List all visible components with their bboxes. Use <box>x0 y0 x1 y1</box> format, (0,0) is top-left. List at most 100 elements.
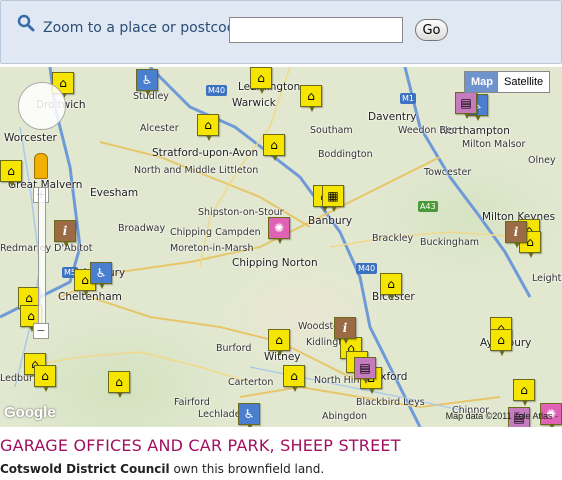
house-marker[interactable]: ⌂ <box>250 67 272 94</box>
pegman-icon[interactable] <box>34 153 48 179</box>
place-label: Cheltenham <box>58 291 122 303</box>
wheelchair-icon: ♿ <box>141 73 153 87</box>
info-icon: i <box>342 321 348 335</box>
info-marker[interactable]: i <box>505 221 527 248</box>
google-logo: Google <box>4 404 56 421</box>
place-label: North and Middle Littleton <box>134 165 259 176</box>
house-icon: ⌂ <box>27 309 35 323</box>
multi-marker[interactable]: ▤ <box>354 357 376 384</box>
wheelchair-marker[interactable]: ♿ <box>136 69 158 96</box>
atom-icon: ✺ <box>273 221 285 235</box>
place-label: Weedon Bec <box>398 125 457 136</box>
site-title: GARAGE OFFICES AND CAR PARK, SHEEP STREE… <box>0 436 401 455</box>
house-icon: ⌂ <box>7 164 15 178</box>
place-label: Milton Malsor <box>462 139 526 150</box>
house-icon: ⌂ <box>257 71 265 85</box>
go-button[interactable]: Go <box>415 19 448 41</box>
house-icon: ⌂ <box>115 375 123 389</box>
wheelchair-marker[interactable]: ♿ <box>90 262 112 289</box>
search-input[interactable] <box>229 17 403 43</box>
place-label: Boddington <box>318 149 373 160</box>
map-type-map-button[interactable]: Map <box>464 71 500 93</box>
house-marker[interactable]: ⌂ <box>108 371 130 398</box>
house-marker[interactable]: ⌂ <box>263 134 285 161</box>
stack-icon: ▤ <box>359 361 371 375</box>
info-icon: i <box>62 224 68 238</box>
house-marker[interactable]: ⌂ <box>0 160 22 187</box>
house-icon: ⌂ <box>204 118 212 132</box>
house-icon: ⌂ <box>307 89 315 103</box>
place-label: Towcester <box>424 167 472 178</box>
owner-suffix: own this brownfield land. <box>169 462 325 476</box>
place-label: Lechlade <box>198 409 241 420</box>
zoom-out-button[interactable]: − <box>33 323 49 339</box>
house-marker[interactable]: ⌂ <box>490 329 512 356</box>
house-icon: ⌂ <box>387 277 395 291</box>
house-marker[interactable]: ⌂ <box>268 329 290 356</box>
owner-name: Cotswold District Council <box>0 462 170 476</box>
place-label: Burford <box>216 343 252 354</box>
search-label: Zoom to a place or postcode: <box>43 20 249 36</box>
road-shield: A43 <box>418 201 438 212</box>
house-icon: ⌂ <box>81 273 89 287</box>
info-icon: i <box>513 225 519 239</box>
house-icon: ▦ <box>327 189 339 203</box>
place-label: Alcester <box>140 123 179 134</box>
house-marker[interactable]: ⌂ <box>300 85 322 112</box>
road-shield: M1 <box>400 93 416 104</box>
info-marker[interactable]: i <box>54 220 76 247</box>
house-marker[interactable]: ⌂ <box>513 379 535 406</box>
wheelchair-icon: ♿ <box>95 266 107 280</box>
place-label: Brackley <box>372 233 414 244</box>
place-label: Southam <box>310 125 353 136</box>
house-marker[interactable]: ⌂ <box>197 114 219 141</box>
search-icon <box>17 14 35 32</box>
house-icon: ⌂ <box>497 333 505 347</box>
house-icon: ⌂ <box>270 138 278 152</box>
house-marker[interactable]: ⌂ <box>283 365 305 392</box>
house-icon: ⌂ <box>526 235 534 249</box>
multi-marker[interactable]: ▤ <box>455 92 477 119</box>
road-shield: M40 <box>356 263 378 274</box>
place-label: Broadway <box>118 223 166 234</box>
map-attribution: Map data ©2011 Tele Atlas - <box>445 411 558 421</box>
wheelchair-icon: ♿ <box>243 407 255 421</box>
place-label: Chipping Norton <box>232 257 318 269</box>
map[interactable]: Studley Droitwich Leamington Warwick Dav… <box>0 67 562 427</box>
map-type-satellite-button[interactable]: Satellite <box>497 71 551 93</box>
road-shield: M40 <box>206 85 228 96</box>
house-marker[interactable]: ▦ <box>322 185 344 212</box>
place-label: Banbury <box>308 215 353 227</box>
place-label: Fairford <box>174 397 210 408</box>
place-label: Warwick <box>232 97 276 109</box>
house-icon: ⌂ <box>290 369 298 383</box>
house-marker[interactable]: ⌂ <box>380 273 402 300</box>
pan-control[interactable] <box>18 82 66 130</box>
search-bar: Zoom to a place or postcode: Go <box>0 0 562 64</box>
stack-icon: ▤ <box>460 96 472 110</box>
house-icon: ⌂ <box>25 291 33 305</box>
place-label: Chipping Campden <box>170 227 261 238</box>
place-label: Abingdon <box>322 411 368 422</box>
place-label: Moreton-in-Marsh <box>170 243 254 254</box>
place-label: Blackbird Leys <box>356 397 425 408</box>
place-label: Stratford-upon-Avon <box>152 147 259 159</box>
house-icon: ⌂ <box>275 333 283 347</box>
house-icon: ⌂ <box>59 76 67 90</box>
house-icon: ⌂ <box>41 369 49 383</box>
house-icon: ⌂ <box>520 383 528 397</box>
place-label: Carterton <box>228 377 274 388</box>
place-label: Evesham <box>90 187 139 199</box>
site-owner-text: Cotswold District Council own this brown… <box>0 462 324 476</box>
house-marker[interactable]: ⌂ <box>34 365 56 392</box>
place-label: Leighton Buzzard <box>532 273 562 284</box>
place-label: Buckingham <box>420 237 480 248</box>
wheelchair-marker[interactable]: ♿ <box>238 403 260 427</box>
zoom-slider[interactable] <box>38 187 46 339</box>
info-marker[interactable]: i <box>334 317 356 344</box>
atom-marker[interactable]: ✺ <box>268 217 290 244</box>
place-label: Daventry <box>368 111 417 123</box>
place-label: Redmarley D'Abitot <box>0 243 93 254</box>
place-label: Olney <box>528 155 556 166</box>
place-label: Worcester <box>4 132 57 144</box>
